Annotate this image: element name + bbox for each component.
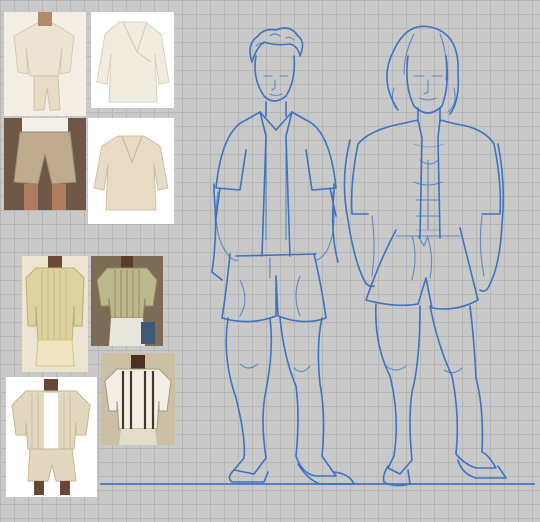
reference-photo-striped-shirt-yellow-image [22,256,88,372]
reference-photo-striped-shirt-olive [91,256,163,346]
reference-photo-striped-set-white-tee [6,377,97,497]
figure-sketch [211,25,507,487]
reference-photo-wrap-shirt-cream [91,12,174,108]
reference-photo-wrap-shirt-beige [88,118,174,224]
reference-photo-cream-outfit [4,12,86,116]
reference-photo-wrap-shirt-cream-image [91,12,174,108]
figure-right [343,25,507,487]
reference-photo-striped-shirt-yellow [22,256,88,372]
figure-left [211,27,355,485]
reference-photo-cream-outfit-image [4,12,86,116]
reference-photo-bold-stripe-shirt [101,353,175,445]
reference-photo-striped-shirt-olive-image [91,256,163,346]
ground-line [100,483,535,485]
reference-photo-khaki-shorts [4,118,86,210]
reference-photo-wrap-shirt-beige-image [88,118,174,224]
reference-photo-striped-set-white-tee-image [6,377,97,497]
reference-photo-bold-stripe-shirt-image [101,353,175,445]
reference-photo-khaki-shorts-image [4,118,86,210]
